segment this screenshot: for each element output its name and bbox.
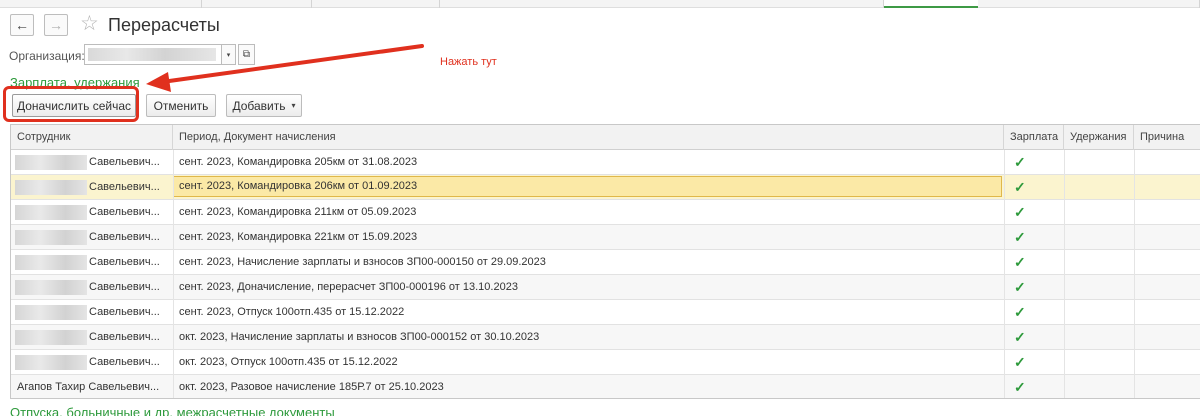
redacted-name	[15, 205, 87, 220]
arrow-right-icon: →	[49, 17, 63, 33]
window-tab[interactable]	[202, 0, 312, 8]
table-row[interactable]: Савельевич... сент. 2023, Начисление зар…	[11, 250, 1200, 275]
page-title: Перерасчеты	[108, 15, 220, 35]
period-cell: сент. 2023, Доначисление, перерасчет ЗП0…	[179, 281, 518, 293]
table-row[interactable]: Савельевич... сент. 2023, Отпуск 100отп.…	[11, 300, 1200, 325]
table-row-selected[interactable]: Савельевич... сент. 2023, Командировка 2…	[11, 175, 1200, 200]
column-salary[interactable]: Зарплата	[1004, 125, 1064, 150]
column-reason[interactable]: Причина	[1134, 125, 1200, 150]
salary-cell: ✓	[1004, 200, 1064, 224]
star-icon[interactable]: ☆	[80, 13, 99, 35]
recalculations-table[interactable]: Сотрудник Период, Документ начисления За…	[10, 124, 1200, 399]
check-icon: ✓	[1014, 154, 1026, 170]
period-cell: сент. 2023, Командировка 205км от 31.08.…	[179, 156, 418, 168]
back-button[interactable]: ←	[10, 14, 34, 36]
employee-cell: Савельевич...	[11, 325, 166, 349]
salary-cell: ✓	[1004, 275, 1064, 299]
table-row[interactable]: Савельевич... сент. 2023, Командировка 2…	[11, 225, 1200, 250]
window-tab[interactable]	[440, 0, 884, 8]
table-header: Сотрудник Период, Документ начисления За…	[11, 125, 1200, 150]
column-employee[interactable]: Сотрудник	[11, 125, 173, 150]
employee-cell: Савельевич...	[11, 250, 166, 274]
window-tab[interactable]	[88, 0, 202, 8]
window-tabs-strip	[0, 0, 1200, 8]
redacted-name	[15, 255, 87, 270]
period-cell: сент. 2023, Отпуск 100отп.435 от 15.12.2…	[179, 306, 405, 318]
check-icon: ✓	[1014, 379, 1026, 395]
redacted-name	[15, 280, 87, 295]
period-cell: сент. 2023, Командировка 211км от 05.09.…	[179, 206, 417, 218]
column-deductions[interactable]: Удержания	[1064, 125, 1134, 150]
window-tab[interactable]	[978, 0, 1200, 8]
employee-cell: Савельевич...	[11, 300, 166, 324]
period-cell: окт. 2023, Начисление зарплаты и взносов…	[179, 331, 540, 343]
column-divider	[173, 150, 174, 398]
redacted-name	[15, 355, 87, 370]
add-button[interactable]: Добавить ▾	[226, 94, 302, 117]
salary-cell: ✓	[1004, 150, 1064, 174]
redacted-name	[15, 180, 87, 195]
period-cell: сент. 2023, Командировка 221км от 15.09.…	[179, 231, 418, 243]
section-vacations-sick-leave[interactable]: Отпуска, больничные и др. межрасчетные д…	[10, 405, 335, 416]
chevron-down-icon: ▾	[291, 101, 296, 110]
table-row[interactable]: Агапов Тахир Савельевич... окт. 2023, Ра…	[11, 375, 1200, 398]
annotation-arrow	[146, 44, 424, 92]
check-icon: ✓	[1014, 304, 1026, 320]
cancel-label: Отменить	[153, 98, 209, 113]
annotation-highlight-frame	[3, 86, 139, 122]
table-row[interactable]: Савельевич... окт. 2023, Отпуск 100отп.4…	[11, 350, 1200, 375]
column-divider	[1064, 150, 1065, 398]
check-icon: ✓	[1014, 254, 1026, 270]
employee-cell: Савельевич...	[11, 275, 166, 299]
organization-label: Организация:	[9, 49, 85, 63]
salary-cell: ✓	[1004, 350, 1064, 374]
add-label: Добавить	[232, 98, 286, 113]
column-divider	[1134, 150, 1135, 398]
employee-cell: Савельевич...	[11, 200, 166, 224]
employee-cell: Савельевич...	[11, 150, 166, 174]
redacted-name	[15, 305, 87, 320]
redacted-name	[15, 230, 87, 245]
annotation-text: Нажать тут	[440, 56, 497, 68]
salary-cell: ✓	[1004, 375, 1064, 398]
period-cell: окт. 2023, Разовое начисление 185Р.7 от …	[179, 381, 444, 393]
window-tab[interactable]	[312, 0, 440, 8]
check-icon: ✓	[1014, 204, 1026, 220]
column-period-document[interactable]: Период, Документ начисления	[173, 125, 1004, 150]
forward-button[interactable]: →	[44, 14, 68, 36]
employee-cell: Савельевич...	[11, 225, 166, 249]
employee-cell: Савельевич...	[11, 350, 166, 374]
salary-cell: ✓	[1004, 250, 1064, 274]
period-cell: окт. 2023, Отпуск 100отп.435 от 15.12.20…	[179, 356, 398, 368]
salary-cell: ✓	[1004, 175, 1064, 199]
salary-cell: ✓	[1004, 300, 1064, 324]
check-icon: ✓	[1014, 279, 1026, 295]
check-icon: ✓	[1014, 354, 1026, 370]
arrow-left-icon: ←	[15, 17, 29, 33]
table-row[interactable]: Савельевич... сент. 2023, Командировка 2…	[11, 150, 1200, 175]
redacted-name	[15, 330, 87, 345]
check-icon: ✓	[1014, 329, 1026, 345]
window-tab-active[interactable]	[884, 0, 978, 8]
cancel-button[interactable]: Отменить	[146, 94, 216, 117]
column-divider	[1004, 150, 1005, 398]
employee-cell: Агапов Тахир Савельевич...	[17, 381, 160, 393]
table-row[interactable]: Савельевич... окт. 2023, Начисление зарп…	[11, 325, 1200, 350]
redacted-name	[15, 155, 87, 170]
salary-cell: ✓	[1004, 225, 1064, 249]
period-cell-focused[interactable]: сент. 2023, Командировка 206км от 01.09.…	[173, 176, 1002, 197]
employee-cell: Савельевич...	[11, 175, 166, 199]
check-icon: ✓	[1014, 229, 1026, 245]
salary-cell: ✓	[1004, 325, 1064, 349]
period-cell: сент. 2023, Начисление зарплаты и взносо…	[179, 256, 546, 268]
check-icon: ✓	[1014, 179, 1026, 195]
table-row[interactable]: Савельевич... сент. 2023, Доначисление, …	[11, 275, 1200, 300]
table-row[interactable]: Савельевич... сент. 2023, Командировка 2…	[11, 200, 1200, 225]
